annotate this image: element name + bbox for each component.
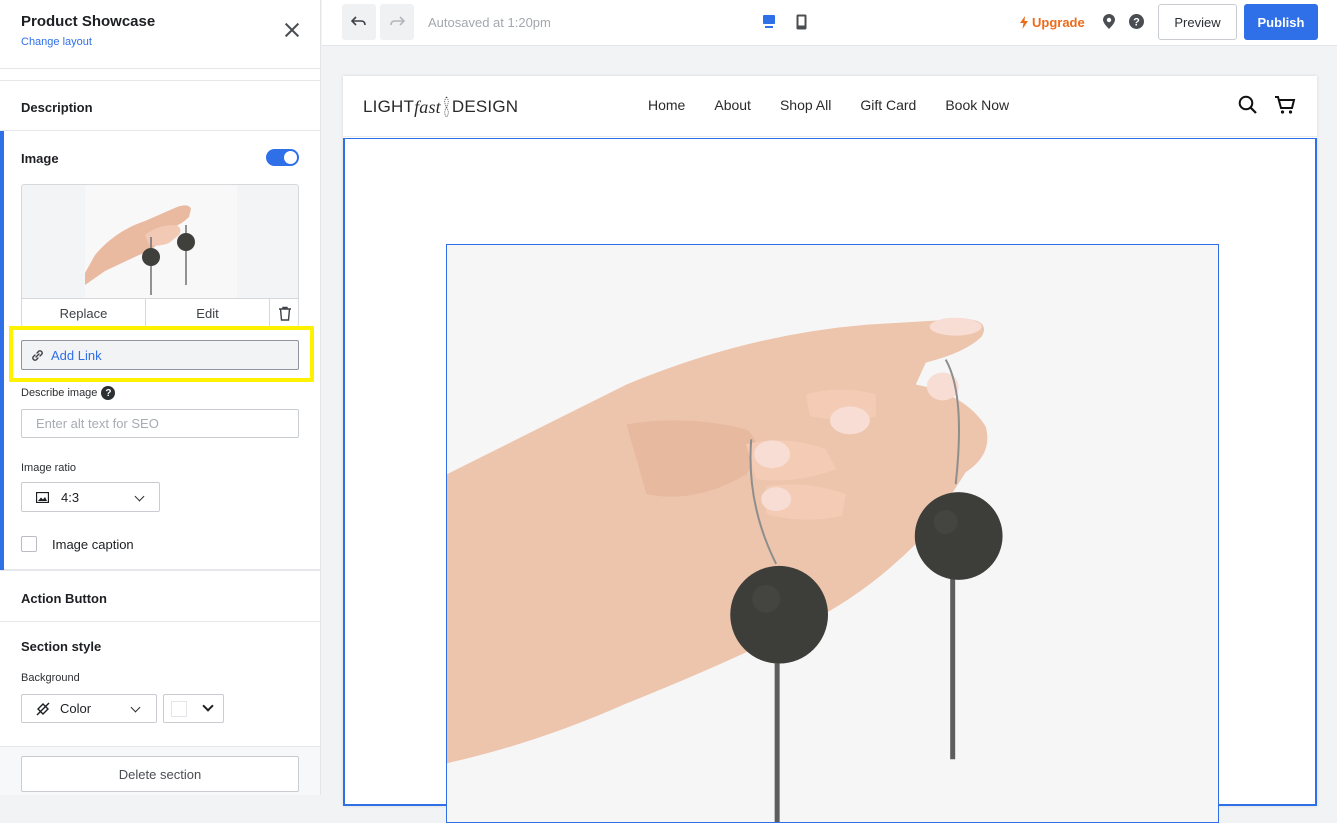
site-header: LIGHT fast DESIGN Home About Shop All Gi… [343,76,1317,137]
description-section[interactable]: Description [0,80,320,130]
replace-button[interactable]: Replace [22,299,146,326]
nav-gift-card[interactable]: Gift Card [860,97,916,113]
description-label: Description [21,100,93,115]
background-type-select[interactable]: Color [21,694,157,723]
add-link-label: Add Link [51,347,102,363]
editor-panel: Product Showcase Change layout Descripti… [0,0,321,795]
background-label: Background [21,672,80,684]
describe-image-text: Describe image [21,387,98,399]
logo-light: LIGHT [363,97,415,116]
desktop-icon[interactable] [762,14,776,30]
chevron-down-icon [130,702,141,713]
alt-text-input[interactable] [21,409,299,438]
delete-section-button[interactable]: Delete section [21,756,299,792]
image-label: Image [21,151,59,166]
active-section-accent [0,131,4,571]
redo-icon [390,16,405,26]
upgrade-label: Upgrade [1032,15,1085,30]
image-caption-label: Image caption [52,537,134,552]
help-icon[interactable]: ? [101,386,116,400]
publish-button[interactable]: Publish [1244,4,1318,40]
paint-bucket-icon [36,702,50,715]
chevron-down-icon [134,491,145,502]
selected-product-showcase-section[interactable] [343,138,1317,823]
chevron-down-icon [202,700,214,712]
image-thumbnail-box: Replace Edit [21,184,299,327]
preview-button[interactable]: Preview [1158,4,1237,40]
autosave-status: Autosaved at 1:20pm [428,15,551,30]
link-icon [32,349,43,361]
close-icon[interactable] [284,22,300,38]
image-actions: Replace Edit [22,298,298,326]
change-layout-link[interactable]: Change layout [21,36,92,48]
section-style-label: Section style [21,639,102,654]
redo-button[interactable] [380,4,414,40]
image-ratio-value: 4:3 [61,489,80,505]
add-link-button[interactable]: Add Link [21,340,299,370]
logo-knot-icon [444,96,449,118]
action-button-section[interactable]: Action Button [0,570,320,622]
nav-book-now[interactable]: Book Now [945,97,1009,113]
nav-shop-all[interactable]: Shop All [780,97,831,113]
nav-home[interactable]: Home [648,97,685,113]
delete-area: Delete section [0,746,320,795]
logo-design: DESIGN [451,97,519,116]
panel-header: Product Showcase Change layout [0,0,320,69]
undo-button[interactable] [342,4,376,40]
lightning-icon [1020,16,1028,29]
site-nav: Home About Shop All Gift Card Book Now [648,97,1038,113]
top-toolbar: Autosaved at 1:20pm Upgrade ? Preview Pu… [322,0,1337,46]
describe-image-label: Describe image ? [21,386,116,400]
image-caption-checkbox[interactable] [21,536,37,552]
image-icon [36,491,49,503]
location-pin-icon[interactable] [1103,14,1115,29]
product-hero-image[interactable] [446,244,1219,823]
panel-title: Product Showcase [21,13,156,30]
image-toggle[interactable] [266,149,299,166]
action-button-label: Action Button [21,591,107,606]
thumbnail-image[interactable] [85,185,237,299]
help-icon[interactable]: ? [1129,14,1144,29]
trash-icon[interactable] [270,299,298,326]
edit-button[interactable]: Edit [146,299,270,326]
site-preview: LIGHT fast DESIGN Home About Shop All Gi… [343,76,1317,823]
upgrade-link[interactable]: Upgrade [1020,15,1085,30]
background-color-select[interactable] [163,694,224,723]
image-ratio-label: Image ratio [21,462,77,474]
undo-icon [351,16,366,26]
search-icon[interactable] [1238,95,1258,115]
mobile-icon[interactable] [796,14,807,30]
color-swatch [171,701,187,717]
nav-about[interactable]: About [714,97,751,113]
background-type-value: Color [60,701,92,716]
svg-text:?: ? [1133,17,1140,29]
logo-fast: fast [414,96,441,117]
image-ratio-select[interactable]: 4:3 [21,482,160,512]
site-logo[interactable]: LIGHT fast DESIGN [363,96,518,118]
cart-icon[interactable] [1274,95,1296,115]
